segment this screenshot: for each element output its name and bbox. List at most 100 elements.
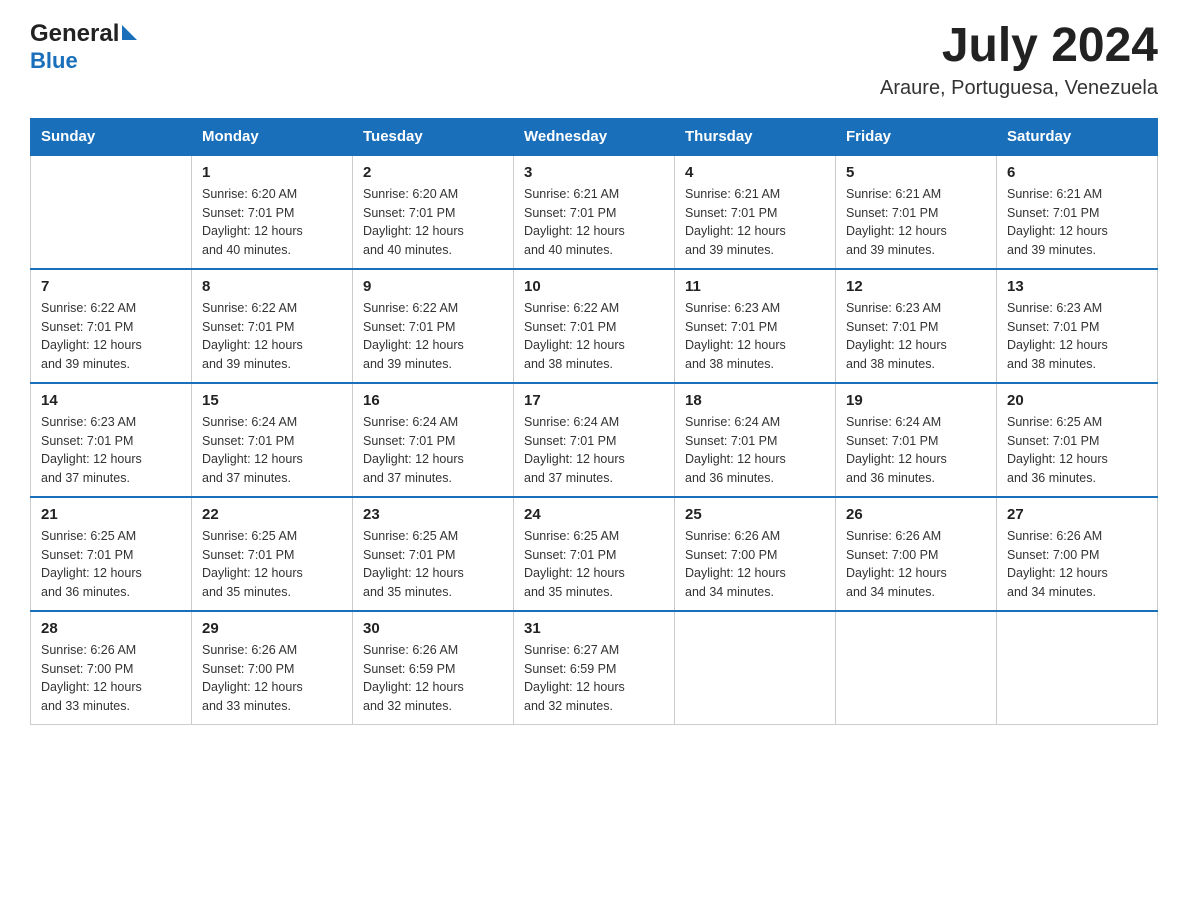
table-row: 10 Sunrise: 6:22 AMSunset: 7:01 PMDayligh…	[514, 269, 675, 383]
table-row: 25 Sunrise: 6:26 AMSunset: 7:00 PMDayligh…	[675, 497, 836, 611]
calendar-week-row: 14Sunrise: 6:23 AMSunset: 7:01 PMDayligh…	[31, 383, 1158, 497]
day-number: 31	[524, 620, 664, 637]
day-number: 17	[524, 392, 664, 409]
day-info: Sunrise: 6:27 AMSunset: 6:59 PMDaylight:…	[524, 641, 664, 716]
table-row: 17 Sunrise: 6:24 AMSunset: 7:01 PMDayligh…	[514, 383, 675, 497]
day-number: 1	[202, 164, 342, 181]
table-row: 29 Sunrise: 6:26 AMSunset: 7:00 PMDayligh…	[192, 611, 353, 725]
table-row: 4 Sunrise: 6:21 AMSunset: 7:01 PMDaylight…	[675, 155, 836, 269]
day-number: 29	[202, 620, 342, 637]
day-info: Sunrise: 6:26 AMSunset: 6:59 PMDaylight:…	[363, 641, 503, 716]
table-row: 1 Sunrise: 6:20 AMSunset: 7:01 PMDaylight…	[192, 155, 353, 269]
table-row: 21 Sunrise: 6:25 AMSunset: 7:01 PMDayligh…	[31, 497, 192, 611]
day-number: 11	[685, 278, 825, 295]
calendar-week-row: 7 Sunrise: 6:22 AMSunset: 7:01 PMDaylight…	[31, 269, 1158, 383]
day-info: Sunrise: 6:26 AMSunset: 7:00 PMDaylight:…	[685, 527, 825, 602]
col-thursday: Thursday	[675, 118, 836, 155]
page-subtitle: Araure, Portuguesa, Venezuela	[880, 77, 1158, 100]
day-number: 10	[524, 278, 664, 295]
day-info: Sunrise: 6:22 AMSunset: 7:01 PMDaylight:…	[363, 299, 503, 374]
calendar-header-row: Sunday Monday Tuesday Wednesday Thursday…	[31, 118, 1158, 155]
table-row: 31 Sunrise: 6:27 AMSunset: 6:59 PMDayligh…	[514, 611, 675, 725]
table-row	[675, 611, 836, 725]
day-number: 8	[202, 278, 342, 295]
day-number: 5	[846, 164, 986, 181]
page-header: General Blue July 2024 Araure, Portugues…	[30, 20, 1158, 100]
calendar-week-row: 1 Sunrise: 6:20 AMSunset: 7:01 PMDaylight…	[31, 155, 1158, 269]
logo-chevron-icon	[122, 25, 137, 40]
day-number: 3	[524, 164, 664, 181]
day-info: Sunrise: 6:23 AMSunset: 7:01 PMDaylight:…	[846, 299, 986, 374]
day-number: 22	[202, 506, 342, 523]
day-number: 13	[1007, 278, 1147, 295]
day-number: 26	[846, 506, 986, 523]
table-row: 5 Sunrise: 6:21 AMSunset: 7:01 PMDaylight…	[836, 155, 997, 269]
calendar-week-row: 21 Sunrise: 6:25 AMSunset: 7:01 PMDayligh…	[31, 497, 1158, 611]
day-number: 25	[685, 506, 825, 523]
day-number: 21	[41, 506, 181, 523]
calendar-week-row: 28 Sunrise: 6:26 AMSunset: 7:00 PMDayligh…	[31, 611, 1158, 725]
day-number: 6	[1007, 164, 1147, 181]
col-friday: Friday	[836, 118, 997, 155]
day-info: Sunrise: 6:24 AMSunset: 7:01 PMDaylight:…	[202, 413, 342, 488]
logo: General Blue	[30, 20, 137, 74]
table-row: 18Sunrise: 6:24 AMSunset: 7:01 PMDayligh…	[675, 383, 836, 497]
day-info: Sunrise: 6:26 AMSunset: 7:00 PMDaylight:…	[1007, 527, 1147, 602]
day-info: Sunrise: 6:24 AMSunset: 7:01 PMDaylight:…	[846, 413, 986, 488]
day-number: 4	[685, 164, 825, 181]
table-row: 28Sunrise: 6:26 AMSunset: 7:00 PMDayligh…	[31, 611, 192, 725]
col-saturday: Saturday	[997, 118, 1158, 155]
day-info: Sunrise: 6:23 AMSunset: 7:01 PMDaylight:…	[1007, 299, 1147, 374]
day-info: Sunrise: 6:22 AMSunset: 7:01 PMDaylight:…	[41, 299, 181, 374]
table-row: 24Sunrise: 6:25 AMSunset: 7:01 PMDayligh…	[514, 497, 675, 611]
table-row: 27 Sunrise: 6:26 AMSunset: 7:00 PMDayligh…	[997, 497, 1158, 611]
table-row: 8 Sunrise: 6:22 AMSunset: 7:01 PMDaylight…	[192, 269, 353, 383]
table-row: 2 Sunrise: 6:20 AMSunset: 7:01 PMDaylight…	[353, 155, 514, 269]
table-row	[31, 155, 192, 269]
table-row	[997, 611, 1158, 725]
day-number: 30	[363, 620, 503, 637]
day-number: 27	[1007, 506, 1147, 523]
day-info: Sunrise: 6:25 AMSunset: 7:01 PMDaylight:…	[41, 527, 181, 602]
day-info: Sunrise: 6:24 AMSunset: 7:01 PMDaylight:…	[685, 413, 825, 488]
table-row: 23 Sunrise: 6:25 AMSunset: 7:01 PMDayligh…	[353, 497, 514, 611]
day-number: 15	[202, 392, 342, 409]
day-info: Sunrise: 6:25 AMSunset: 7:01 PMDaylight:…	[363, 527, 503, 602]
col-monday: Monday	[192, 118, 353, 155]
table-row: 13 Sunrise: 6:23 AMSunset: 7:01 PMDayligh…	[997, 269, 1158, 383]
table-row: 12Sunrise: 6:23 AMSunset: 7:01 PMDayligh…	[836, 269, 997, 383]
day-info: Sunrise: 6:20 AMSunset: 7:01 PMDaylight:…	[202, 185, 342, 260]
day-info: Sunrise: 6:25 AMSunset: 7:01 PMDaylight:…	[202, 527, 342, 602]
day-number: 24	[524, 506, 664, 523]
day-info: Sunrise: 6:20 AMSunset: 7:01 PMDaylight:…	[363, 185, 503, 260]
day-info: Sunrise: 6:22 AMSunset: 7:01 PMDaylight:…	[202, 299, 342, 374]
day-number: 28	[41, 620, 181, 637]
table-row: 20Sunrise: 6:25 AMSunset: 7:01 PMDayligh…	[997, 383, 1158, 497]
table-row: 15 Sunrise: 6:24 AMSunset: 7:01 PMDayligh…	[192, 383, 353, 497]
day-number: 2	[363, 164, 503, 181]
table-row	[836, 611, 997, 725]
col-sunday: Sunday	[31, 118, 192, 155]
day-info: Sunrise: 6:21 AMSunset: 7:01 PMDaylight:…	[1007, 185, 1147, 260]
day-number: 20	[1007, 392, 1147, 409]
day-info: Sunrise: 6:22 AMSunset: 7:01 PMDaylight:…	[524, 299, 664, 374]
logo-general-word: General	[30, 20, 119, 48]
col-wednesday: Wednesday	[514, 118, 675, 155]
table-row: 30 Sunrise: 6:26 AMSunset: 6:59 PMDayligh…	[353, 611, 514, 725]
day-info: Sunrise: 6:21 AMSunset: 7:01 PMDaylight:…	[846, 185, 986, 260]
day-info: Sunrise: 6:21 AMSunset: 7:01 PMDaylight:…	[524, 185, 664, 260]
day-info: Sunrise: 6:21 AMSunset: 7:01 PMDaylight:…	[685, 185, 825, 260]
logo-blue-word: Blue	[30, 48, 78, 74]
table-row: 7 Sunrise: 6:22 AMSunset: 7:01 PMDaylight…	[31, 269, 192, 383]
day-info: Sunrise: 6:23 AMSunset: 7:01 PMDaylight:…	[41, 413, 181, 488]
table-row: 11Sunrise: 6:23 AMSunset: 7:01 PMDayligh…	[675, 269, 836, 383]
day-number: 23	[363, 506, 503, 523]
day-info: Sunrise: 6:26 AMSunset: 7:00 PMDaylight:…	[202, 641, 342, 716]
table-row: 26Sunrise: 6:26 AMSunset: 7:00 PMDayligh…	[836, 497, 997, 611]
table-row: 14Sunrise: 6:23 AMSunset: 7:01 PMDayligh…	[31, 383, 192, 497]
day-number: 7	[41, 278, 181, 295]
col-tuesday: Tuesday	[353, 118, 514, 155]
day-number: 19	[846, 392, 986, 409]
table-row: 6 Sunrise: 6:21 AMSunset: 7:01 PMDaylight…	[997, 155, 1158, 269]
day-info: Sunrise: 6:24 AMSunset: 7:01 PMDaylight:…	[524, 413, 664, 488]
